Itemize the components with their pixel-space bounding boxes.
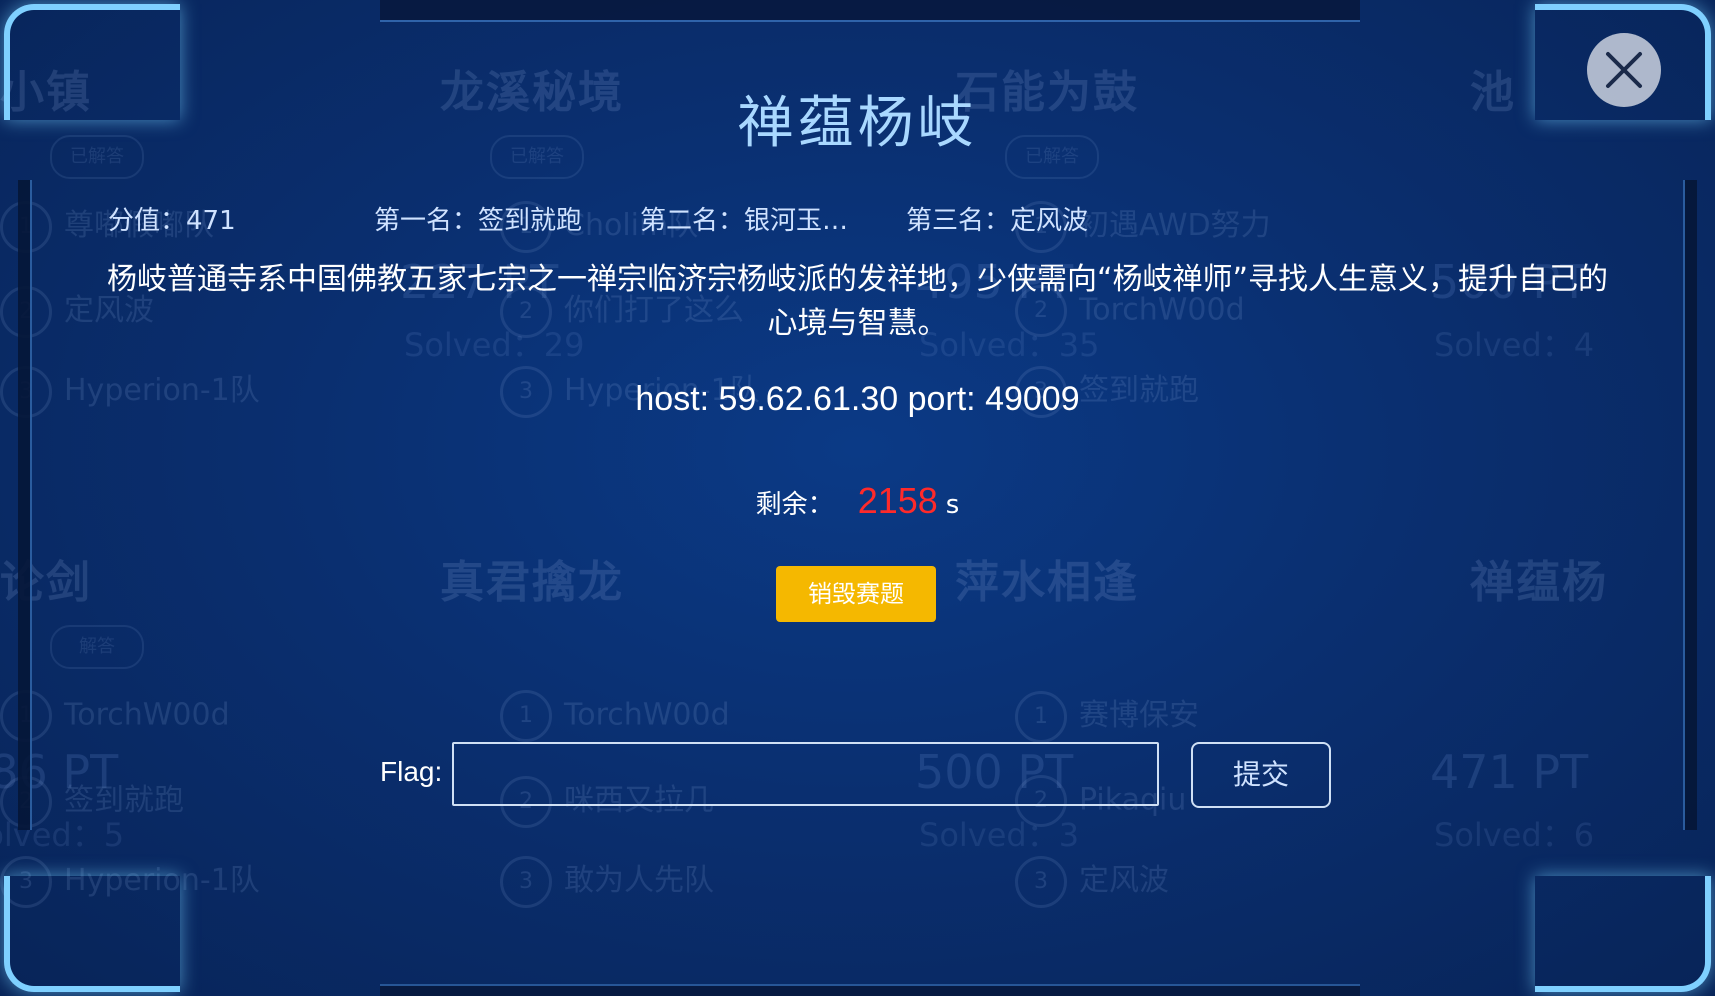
background-card-rank-row: 1 TorchW00d — [500, 690, 730, 742]
background-card-title: 禅蕴杨 — [1470, 557, 1608, 608]
rank-team-name: TorchW00d — [564, 697, 730, 733]
background-card-title: 真君擒龙 — [440, 557, 624, 608]
remaining-label: 剩余： — [755, 490, 834, 520]
background-card-title: 论剑 — [0, 557, 92, 608]
remaining-countdown: 2158 — [857, 480, 938, 521]
background-card-rank-row: 3 敢为人先队 — [500, 855, 714, 908]
host-port-info: host: 59.62.61.30 port: 49009 — [635, 380, 1080, 418]
third-place: 第三名：定风波 — [906, 206, 1089, 236]
rank-medal-icon: 1 — [500, 690, 552, 742]
background-card-solved-count: Solved：6 — [1434, 816, 1595, 854]
rank-team-name: 敢为人先队 — [564, 863, 714, 898]
flag-label: Flag: — [380, 756, 443, 787]
frame-bottom-edge — [380, 984, 1360, 996]
flag-input[interactable] — [452, 742, 1159, 806]
background-card-solved-badge: 解答 — [50, 625, 144, 669]
rank-medal-icon: 1 — [1015, 690, 1067, 743]
background-card-rank-row: 1TorchW00d — [0, 690, 230, 742]
rank-medal-icon: 3 — [500, 855, 552, 908]
rank-team-name: 初遇AWD努力 — [1079, 208, 1271, 243]
first-place: 第一名：签到就跑 — [374, 206, 583, 236]
destroy-challenge-button[interactable]: 销毁赛题 — [776, 566, 936, 622]
submit-button[interactable]: 提交 — [1191, 742, 1331, 808]
rank-medal-icon: 3 — [1015, 855, 1067, 908]
rank-team-name: 定风波 — [1079, 863, 1169, 898]
second-place: 第二名：银河玉… — [640, 206, 849, 236]
frame-top-edge — [380, 0, 1360, 22]
frame-corner-bottom-left — [4, 876, 180, 992]
score-value: 分值：471 — [108, 206, 236, 236]
rank-team-name: TorchW00d — [64, 697, 230, 733]
background-card-points: 471 PT — [1430, 745, 1589, 799]
background-card-title: 萍水相逢 — [955, 557, 1139, 608]
challenge-description: 杨岐普通寺系中国佛教五家七宗之一禅宗临济宗杨岐派的发祥地，少侠需向“杨岐禅师”寻… — [106, 262, 1609, 341]
challenge-title: 禅蕴杨岐 — [737, 91, 978, 156]
challenge-modal-screen: 小镇已解答1尊嘟假嘟队2定风波3Hyperion-1队龙溪秘境已解答227 PT… — [0, 0, 1715, 996]
remaining-time: 剩余： 2158 s — [0, 480, 1715, 522]
background-card-rank-row: 3 定风波 — [1015, 855, 1169, 908]
background-card-rank-row: 1 赛博保安 — [1015, 690, 1199, 743]
rank-team-name: 赛博保安 — [1079, 698, 1199, 733]
remaining-unit: s — [945, 490, 960, 520]
rank-team-name: 签到就跑 — [64, 783, 184, 818]
frame-corner-bottom-right — [1535, 876, 1711, 992]
